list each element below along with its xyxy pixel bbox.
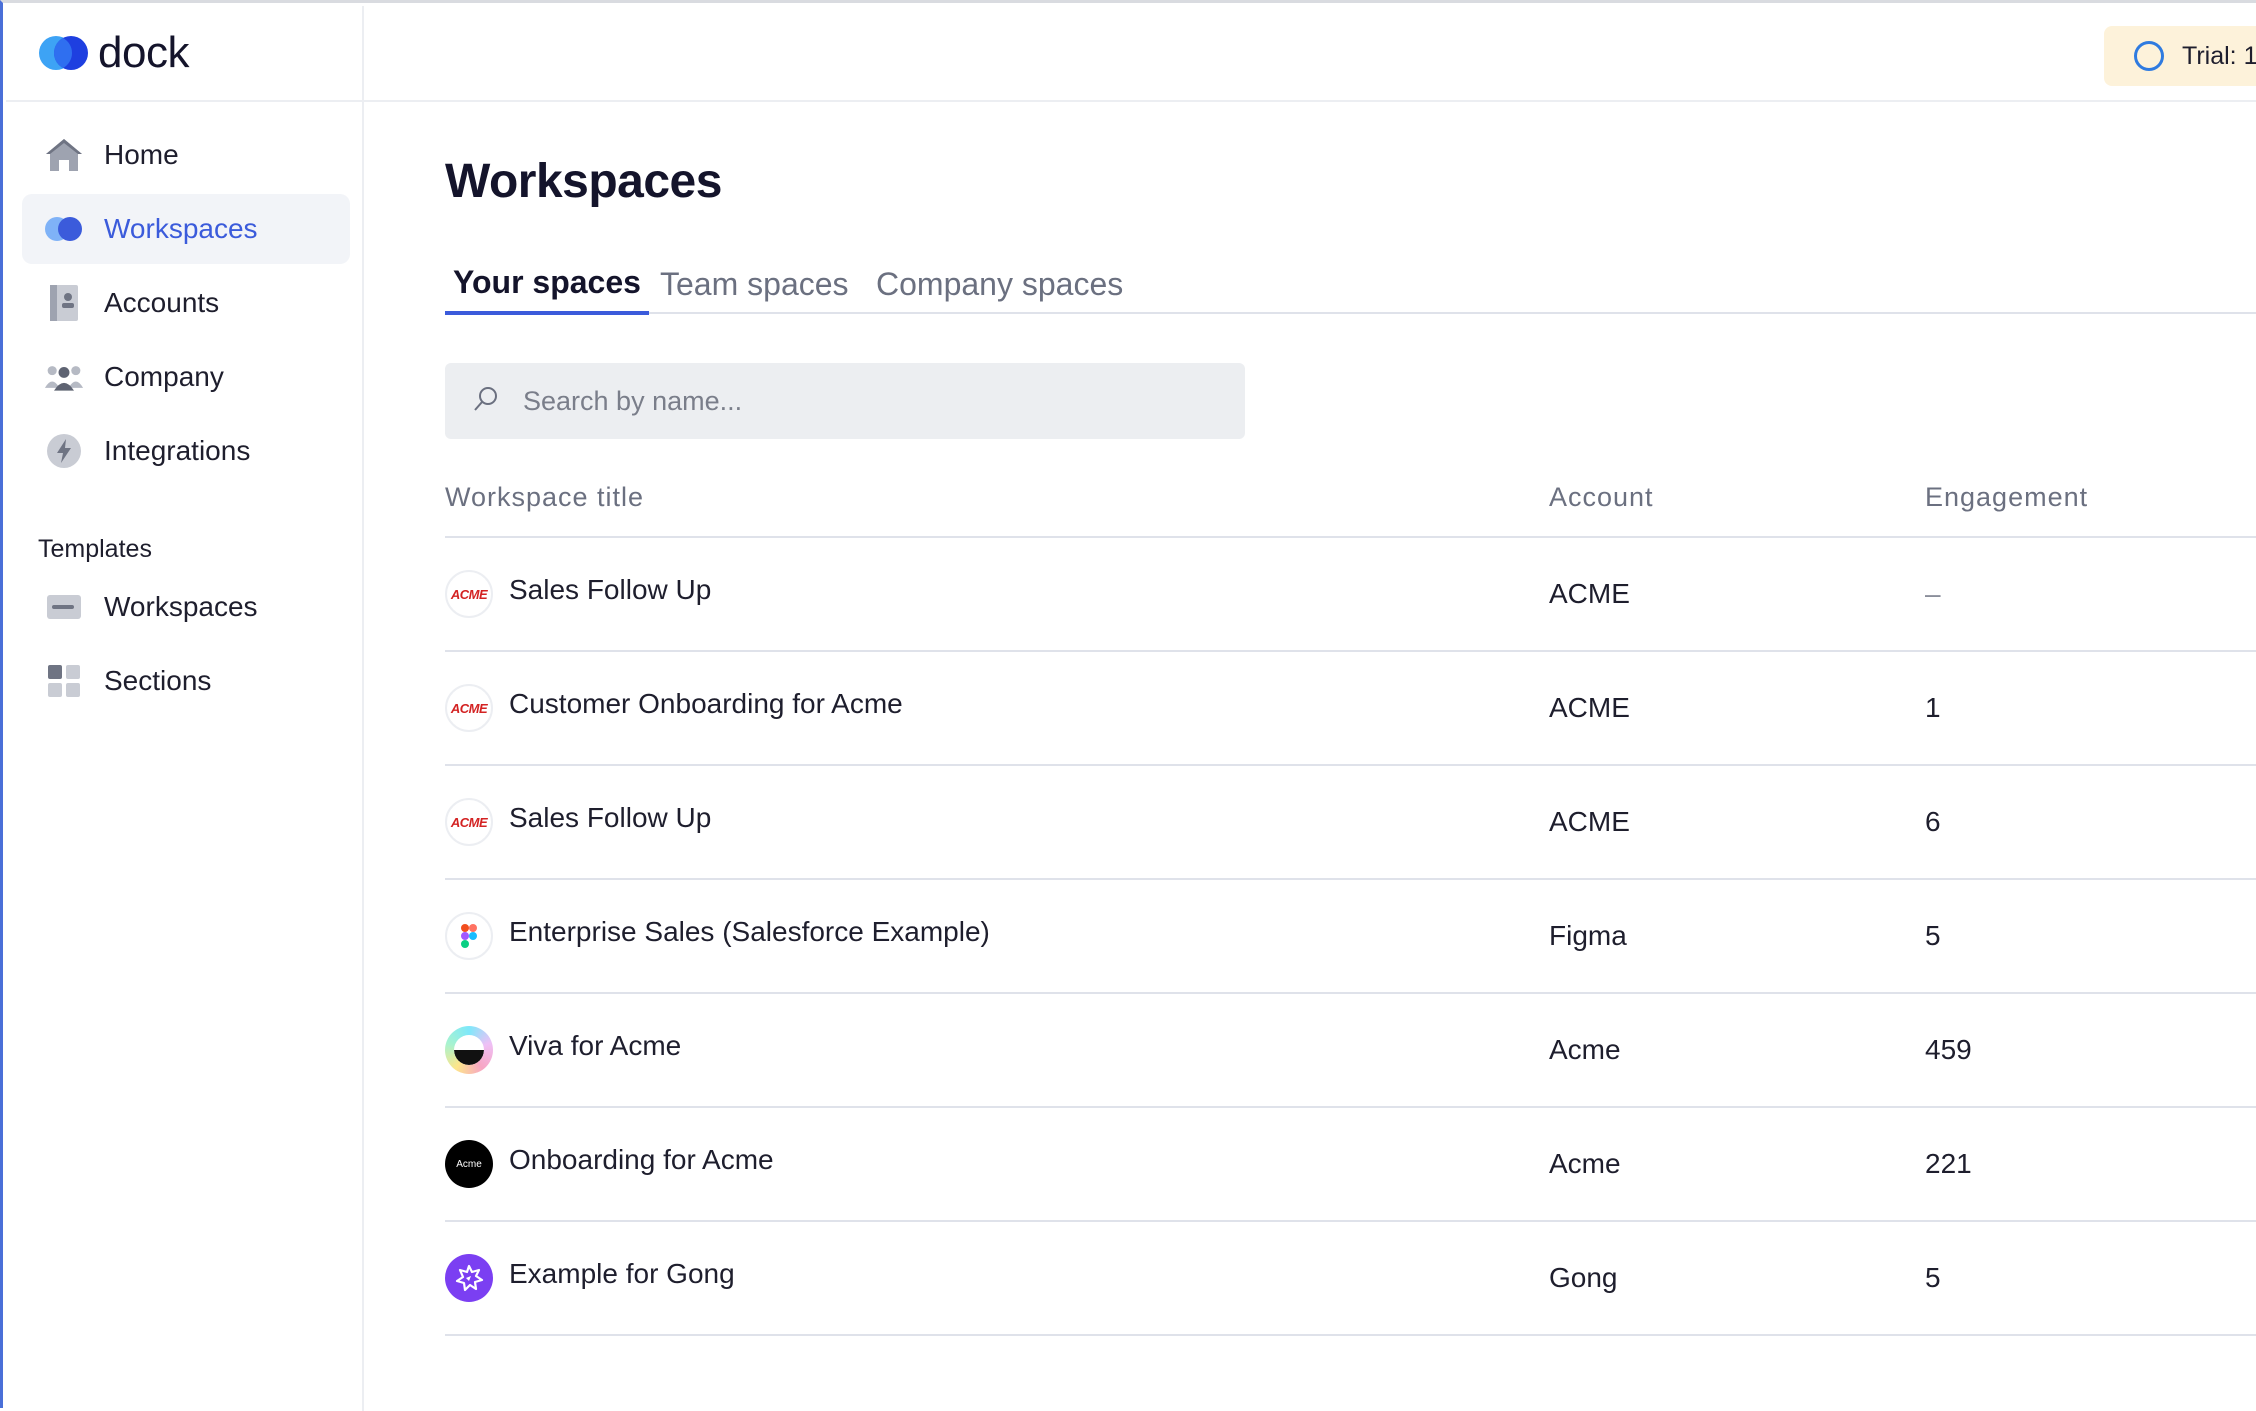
sidebar-item-workspaces[interactable]: Workspaces (22, 194, 350, 264)
app-window: dock Home Workspaces Accounts Company In… (0, 0, 2256, 1411)
search-icon (471, 384, 501, 419)
tabs: Your spaces Team spaces Company spaces (445, 254, 2256, 315)
table-row[interactable]: ACME Sales Follow Up ACME 6 (445, 766, 2256, 880)
account-name: Figma (1549, 920, 1627, 951)
viva-logo-icon (445, 1026, 493, 1074)
brand-logo[interactable]: dock (6, 6, 364, 102)
sidebar-item-label: Sections (104, 665, 212, 696)
search-input[interactable] (523, 385, 1223, 417)
engagement-value: 221 (1925, 1148, 1972, 1179)
dock-logo-icon (39, 36, 88, 70)
sidebar-item-label: Home (104, 139, 179, 170)
workspace-title: Enterprise Sales (Salesforce Example) (509, 916, 990, 947)
acme-logo-icon: ACME (445, 798, 493, 846)
sidebar-nav: Home Workspaces Accounts Company Integra… (22, 120, 350, 720)
table-row[interactable]: Viva for Acme Acme 459 (445, 994, 2256, 1108)
workspace-title: Sales Follow Up (509, 802, 712, 833)
search-box[interactable] (445, 363, 1245, 439)
table-row[interactable]: Example for Gong Gong 5 (445, 1222, 2256, 1336)
workspace-title: Onboarding for Acme (509, 1144, 774, 1175)
sidebar-item-label: Workspaces (104, 213, 258, 244)
sidebar-item-company[interactable]: Company (22, 342, 350, 412)
tab-company-spaces[interactable]: Company spaces (868, 254, 1131, 314)
account-name: ACME (1549, 578, 1630, 609)
templates-heading: Templates (38, 535, 152, 563)
workspaces-table: Workspace title Account Engagement ACME … (445, 462, 2256, 1336)
acme-logo-icon: ACME (445, 684, 493, 732)
account-name: ACME (1549, 692, 1630, 723)
home-icon (44, 135, 84, 175)
workspace-title: Viva for Acme (509, 1030, 682, 1061)
sidebar-item-label: Accounts (104, 287, 220, 318)
sidebar-item-sections[interactable]: Sections (22, 646, 350, 716)
page-title: Workspaces (445, 155, 722, 208)
trial-progress-icon (2134, 41, 2164, 71)
tab-your-spaces[interactable]: Your spaces (445, 254, 649, 315)
sidebar-item-accounts[interactable]: Accounts (22, 268, 350, 338)
table-row[interactable]: ACME Customer Onboarding for Acme ACME 1 (445, 652, 2256, 766)
trial-badge[interactable]: Trial: 10 (2104, 26, 2256, 86)
acme-black-logo-icon: Acme (445, 1140, 493, 1188)
sections-icon (44, 661, 84, 701)
accounts-icon (44, 283, 84, 323)
workspace-title: Customer Onboarding for Acme (509, 688, 903, 719)
sidebar-item-template-workspaces[interactable]: Workspaces (22, 572, 350, 642)
column-header-account[interactable]: Account (1549, 482, 1654, 513)
column-header-engagement[interactable]: Engagement (1925, 482, 2088, 513)
account-name: Acme (1549, 1034, 1621, 1065)
engagement-value: 1 (1925, 692, 1941, 723)
engagement-value: 5 (1925, 1262, 1941, 1293)
table-row[interactable]: ACME Sales Follow Up ACME – (445, 538, 2256, 652)
engagement-value: 459 (1925, 1034, 1972, 1065)
workspaces-icon (44, 209, 84, 249)
account-name: Acme (1549, 1148, 1621, 1179)
column-header-title[interactable]: Workspace title (445, 482, 644, 513)
workspace-title: Example for Gong (509, 1258, 735, 1289)
account-name: Gong (1549, 1262, 1618, 1293)
gong-logo-icon (445, 1254, 493, 1302)
sidebar-item-label: Company (104, 361, 224, 392)
brand-name: dock (98, 28, 189, 77)
account-name: ACME (1549, 806, 1630, 837)
engagement-value: – (1925, 578, 1941, 609)
topbar: Trial: 10 (364, 6, 2256, 102)
sidebar-item-home[interactable]: Home (22, 120, 350, 190)
sidebar: dock Home Workspaces Accounts Company In… (6, 6, 364, 1411)
company-icon (44, 357, 84, 397)
table-header: Workspace title Account Engagement (445, 462, 2256, 538)
template-workspaces-icon (44, 587, 84, 627)
sidebar-item-label: Workspaces (104, 591, 258, 622)
trial-label: Trial: 10 (2182, 41, 2256, 70)
integrations-icon (44, 431, 84, 471)
tab-team-spaces[interactable]: Team spaces (652, 254, 857, 314)
sidebar-item-integrations[interactable]: Integrations (22, 416, 350, 486)
sidebar-item-label: Integrations (104, 435, 251, 466)
engagement-value: 6 (1925, 806, 1941, 837)
figma-logo-icon (445, 912, 493, 960)
table-row[interactable]: Acme Onboarding for Acme Acme 221 (445, 1108, 2256, 1222)
engagement-value: 5 (1925, 920, 1941, 951)
acme-logo-icon: ACME (445, 570, 493, 618)
table-row[interactable]: Enterprise Sales (Salesforce Example) Fi… (445, 880, 2256, 994)
workspace-title: Sales Follow Up (509, 574, 712, 605)
